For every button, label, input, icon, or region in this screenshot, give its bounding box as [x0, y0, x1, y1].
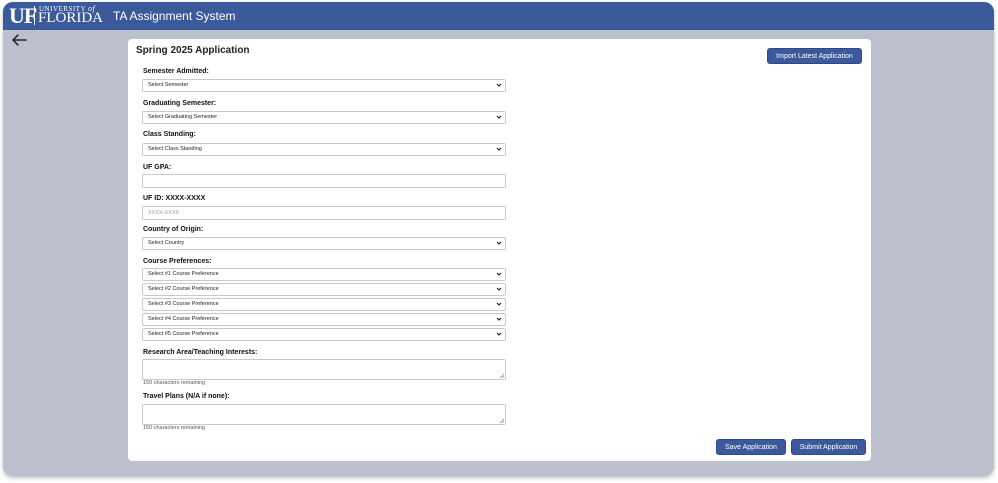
- logo-divider: [34, 6, 35, 25]
- select-value: Select Graduating Semester: [148, 114, 218, 120]
- app-title: TA Assignment System: [113, 9, 236, 23]
- chevron-down-icon: [496, 115, 502, 119]
- course-preference-1-select[interactable]: Select #1 Course Preference: [142, 268, 506, 281]
- resize-grip-icon[interactable]: [499, 418, 504, 423]
- research-interests-label: Research Area/Teaching Interests:: [143, 349, 258, 356]
- page-title: Spring 2025 Application: [136, 45, 250, 56]
- ufid-label: UF ID: XXXX-XXXX: [143, 195, 206, 202]
- gpa-input[interactable]: [142, 174, 506, 188]
- country-select[interactable]: Select Country: [142, 237, 506, 250]
- class-standing-label: Class Standing:: [143, 131, 196, 138]
- research-interests-textarea[interactable]: [142, 359, 506, 380]
- country-label: Country of Origin:: [143, 226, 204, 233]
- uf-logo-mark: UF: [9, 3, 37, 28]
- chevron-down-icon: [496, 332, 502, 336]
- course-preference-4-select[interactable]: Select #4 Course Preference: [142, 313, 506, 326]
- course-preference-5-select[interactable]: Select #5 Course Preference: [142, 328, 506, 341]
- course-preferences-label: Course Preferences:: [143, 258, 212, 265]
- class-standing-select[interactable]: Select Class Standing: [142, 143, 506, 156]
- chevron-down-icon: [496, 317, 502, 321]
- select-value: Select #4 Course Preference: [148, 316, 219, 322]
- select-value: Select #5 Course Preference: [148, 331, 219, 337]
- research-characters-remaining: 150 characters remaining: [143, 380, 206, 386]
- import-application-button[interactable]: Import Latest Application: [767, 48, 862, 64]
- resize-grip-icon[interactable]: [499, 373, 504, 378]
- ufid-input[interactable]: XXXX-XXXX: [142, 206, 506, 220]
- travel-plans-label: Travel Plans (N/A if none):: [143, 393, 230, 400]
- chevron-down-icon: [496, 241, 502, 245]
- course-preference-2-select[interactable]: Select #2 Course Preference: [142, 283, 506, 296]
- semester-admitted-select[interactable]: Select Semester: [142, 79, 506, 92]
- graduating-semester-select[interactable]: Select Graduating Semester: [142, 111, 506, 124]
- application-card: Spring 2025 Application Import Latest Ap…: [128, 39, 871, 461]
- gpa-label: UF GPA:: [143, 164, 172, 171]
- chevron-down-icon: [496, 147, 502, 151]
- select-value: Select Country: [148, 240, 185, 246]
- logo-florida-text: FLORIDA: [38, 10, 104, 26]
- travel-plans-textarea[interactable]: [142, 404, 506, 425]
- graduating-semester-label: Graduating Semester:: [143, 100, 217, 107]
- travel-characters-remaining: 150 characters remaining: [143, 425, 206, 431]
- arrow-left-icon[interactable]: [10, 32, 28, 48]
- chevron-down-icon: [496, 272, 502, 276]
- select-value: Select Class Standing: [148, 146, 202, 152]
- select-value: Select #1 Course Preference: [148, 271, 219, 277]
- semester-admitted-label: Semester Admitted:: [143, 68, 209, 75]
- chevron-down-icon: [496, 83, 502, 87]
- select-value: Select #2 Course Preference: [148, 286, 219, 292]
- submit-application-button[interactable]: Submit Application: [791, 439, 866, 455]
- save-application-button[interactable]: Save Application: [716, 439, 786, 455]
- top-bar: UF UNIVERSITY of FLORIDA TA Assignment S…: [3, 2, 994, 30]
- app-window: UF UNIVERSITY of FLORIDA TA Assignment S…: [3, 2, 994, 476]
- chevron-down-icon: [496, 287, 502, 291]
- course-preference-3-select[interactable]: Select #3 Course Preference: [142, 298, 506, 311]
- select-value: Select #3 Course Preference: [148, 301, 219, 307]
- chevron-down-icon: [496, 302, 502, 306]
- select-value: Select Semester: [148, 82, 189, 88]
